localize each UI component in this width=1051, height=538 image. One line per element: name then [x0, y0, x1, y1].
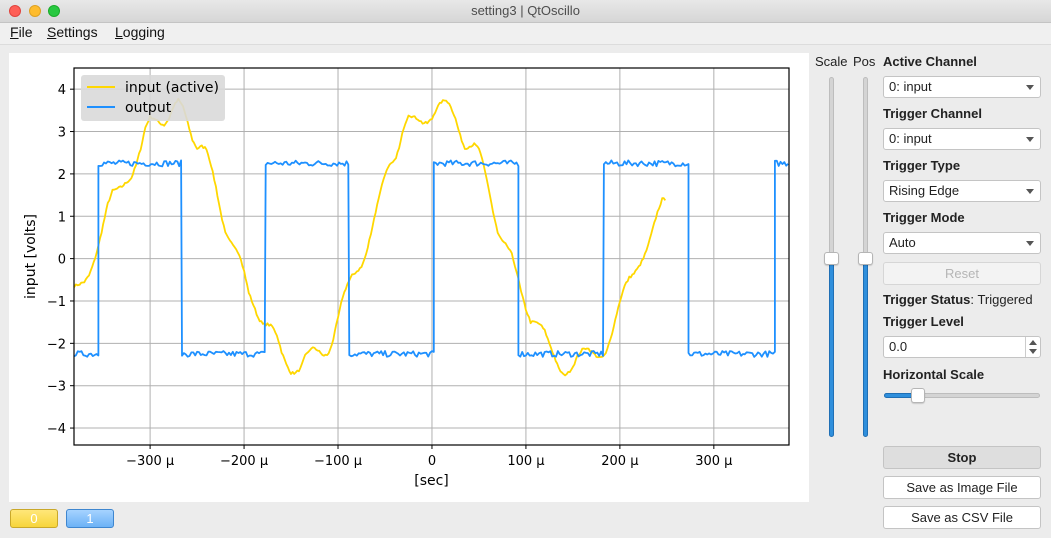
trigger-status-value: Triggered [977, 292, 1033, 307]
scale-slider[interactable] [824, 77, 839, 437]
chevron-down-icon [1026, 241, 1034, 246]
menu-logging-mnemonic: L [115, 24, 123, 40]
reset-button[interactable]: Reset [883, 262, 1041, 285]
oscilloscope-chart: −300 µ −200 µ −100 µ 0 100 µ 200 µ 300 µ 4 3 2 1 0… [23, 67, 790, 489]
menu-file-mnemonic: F [10, 24, 19, 40]
channel-1-button[interactable]: 1 [66, 509, 114, 528]
legend: input (active) output [81, 75, 225, 121]
pos-slider-handle[interactable] [858, 251, 873, 265]
active-channel-label: Active Channel [883, 54, 977, 69]
y-tick-label: 3 [58, 126, 66, 141]
x-axis-label: [sec] [414, 473, 449, 489]
channel-0-button[interactable]: 0 [10, 509, 58, 528]
horizontal-scale-label: Horizontal Scale [883, 367, 985, 382]
title-bar: setting3 | QtOscillo [0, 0, 1051, 23]
save-csv-button[interactable]: Save as CSV File [883, 506, 1041, 529]
y-tick-label: −2 [47, 337, 66, 352]
menu-settings-mnemonic: S [47, 24, 57, 40]
trigger-channel-select[interactable]: 0: input [883, 128, 1041, 150]
x-tick-label: −200 µ [220, 454, 268, 469]
trigger-status-separator: : [970, 292, 975, 307]
y-tick-label: −4 [47, 422, 66, 437]
chevron-down-icon [1026, 189, 1034, 194]
horizontal-scale-handle[interactable] [910, 388, 925, 403]
y-tick-label: −1 [47, 295, 66, 310]
stop-button[interactable]: Stop [883, 446, 1041, 469]
menu-settings[interactable]: Settings [47, 24, 98, 40]
menu-file-label: ile [18, 24, 33, 40]
menu-bar: File Settings Logging [0, 23, 1051, 45]
spin-down-icon[interactable] [1029, 349, 1037, 354]
y-tick-label: 2 [58, 168, 66, 183]
x-tick-label: −100 µ [314, 454, 362, 469]
x-tick-label: 200 µ [601, 454, 638, 469]
menu-file[interactable]: File [10, 24, 33, 40]
trigger-type-value: Rising Edge [889, 183, 960, 198]
y-tick-label: 4 [58, 83, 66, 98]
input-trace [73, 97, 667, 377]
trigger-mode-value: Auto [889, 235, 916, 250]
legend-label-output: output [125, 100, 172, 116]
trigger-level-spinbox[interactable]: 0.0 [883, 336, 1041, 358]
y-tick-label: 0 [58, 253, 66, 268]
trigger-level-label: Trigger Level [883, 314, 964, 329]
trigger-type-label: Trigger Type [883, 158, 961, 173]
chevron-down-icon [1026, 85, 1034, 90]
chevron-down-icon [1026, 137, 1034, 142]
scale-label: Scale [815, 54, 848, 69]
trigger-mode-label: Trigger Mode [883, 210, 965, 225]
plot-panel: −300 µ −200 µ −100 µ 0 100 µ 200 µ 300 µ 4 3 2 1 0… [9, 53, 809, 502]
window-title: setting3 | QtOscillo [471, 3, 580, 18]
save-image-button[interactable]: Save as Image File [883, 476, 1041, 499]
menu-settings-label: ettings [56, 24, 98, 40]
x-tick-label: 0 [428, 454, 436, 469]
x-ticks: −300 µ −200 µ −100 µ 0 100 µ 200 µ 300 µ [126, 445, 732, 469]
menu-logging[interactable]: Logging [115, 24, 165, 40]
trigger-status-label: Trigger Status [883, 292, 971, 307]
pos-slider[interactable] [858, 77, 873, 437]
menu-logging-label: ogging [122, 24, 165, 40]
scale-slider-handle[interactable] [824, 251, 839, 265]
spin-buttons[interactable] [1025, 337, 1040, 357]
trigger-type-select[interactable]: Rising Edge [883, 180, 1041, 202]
y-tick-label: 1 [58, 210, 66, 225]
trigger-channel-value: 0: input [889, 131, 932, 146]
trigger-channel-label: Trigger Channel [883, 106, 982, 121]
horizontal-scale-slider[interactable] [884, 388, 1040, 403]
pos-slider-fill [863, 257, 868, 437]
trigger-level-value: 0.0 [889, 339, 908, 354]
traces [73, 97, 789, 377]
spin-up-icon[interactable] [1029, 340, 1037, 345]
x-tick-label: −300 µ [126, 454, 174, 469]
trigger-mode-select[interactable]: Auto [883, 232, 1041, 254]
active-channel-select[interactable]: 0: input [883, 76, 1041, 98]
active-channel-value: 0: input [889, 79, 932, 94]
x-tick-label: 300 µ [695, 454, 732, 469]
trigger-status: Trigger Status: Triggered [883, 292, 1033, 307]
legend-label-input: input (active) [125, 80, 219, 96]
y-ticks: 4 3 2 1 0 −1 −2 −3 −4 [47, 83, 74, 437]
x-tick-label: 100 µ [507, 454, 544, 469]
y-axis-label: input [volts] [23, 214, 39, 299]
pos-label: Pos [853, 54, 876, 69]
scale-slider-fill [829, 257, 834, 437]
y-tick-label: −3 [47, 380, 66, 395]
